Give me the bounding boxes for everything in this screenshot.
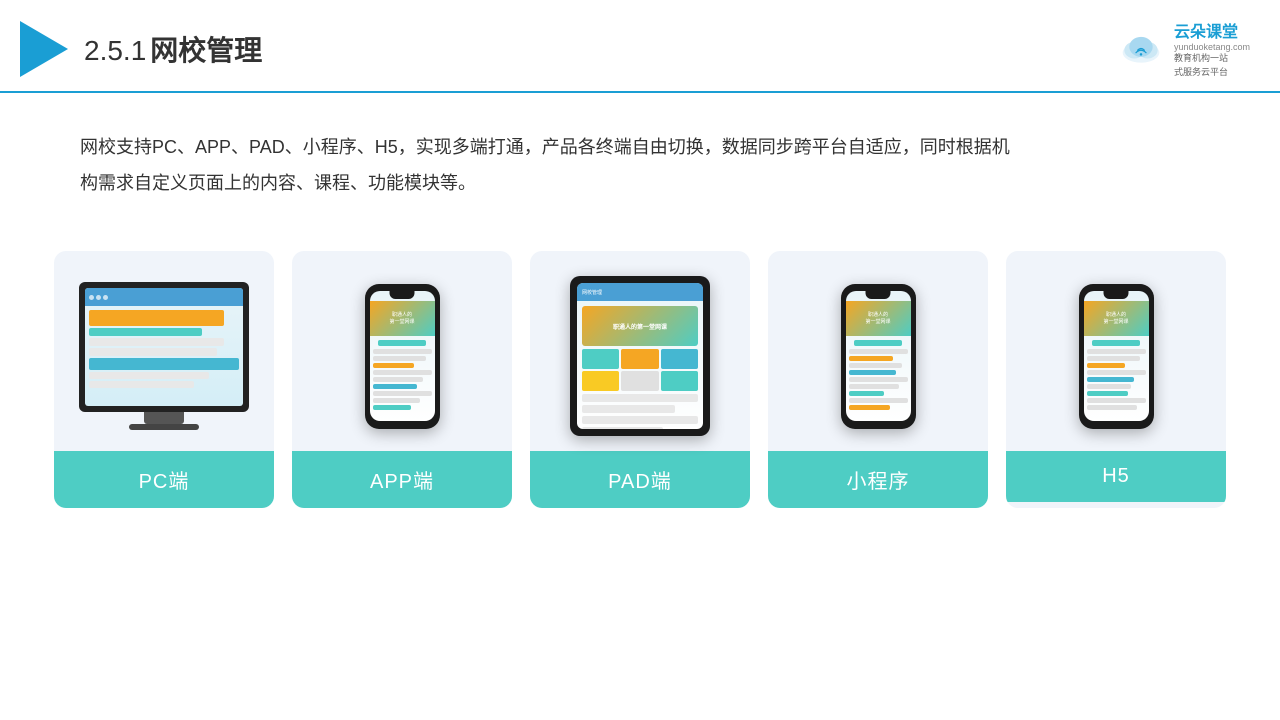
card-miniapp-image: 职通人的第一堂网课: [768, 251, 988, 451]
logo-tagline: 教育机构一站式服务云平台: [1174, 52, 1250, 79]
header-left: 2.5.1网校管理: [20, 21, 262, 77]
card-app-image: 职通人的第一堂网课: [292, 251, 512, 451]
card-pc-label: PC端: [54, 451, 274, 508]
card-app-label: APP端: [292, 451, 512, 508]
card-miniapp: 职通人的第一堂网课: [768, 251, 988, 508]
card-pad-label: PAD端: [530, 451, 750, 508]
cards-container: PC端 职通人的第一堂网课: [0, 231, 1280, 508]
card-h5-image: 职通人的第一堂网课: [1006, 251, 1226, 451]
page-title: 2.5.1网校管理: [84, 29, 262, 69]
card-pad: 网校管理 职通人的第一堂网课: [530, 251, 750, 508]
card-h5: 职通人的第一堂网课: [1006, 251, 1226, 508]
logo-brand: 云朵课堂: [1174, 18, 1250, 42]
description-text: 网校支持PC、APP、PAD、小程序、H5，实现多端打通，产品各终端自由切换，数…: [0, 93, 1100, 221]
card-miniapp-label: 小程序: [768, 451, 988, 508]
card-pc: PC端: [54, 251, 274, 508]
card-pc-image: [54, 251, 274, 451]
play-icon: [20, 21, 68, 77]
section-number: 2.5.1: [84, 35, 146, 66]
card-pad-image: 网校管理 职通人的第一堂网课: [530, 251, 750, 451]
cloud-icon: [1116, 31, 1166, 66]
header: 2.5.1网校管理 云朵课堂 yunduoketang.com 教育机构一站式服…: [0, 0, 1280, 93]
logo-text-area: 云朵课堂 yunduoketang.com 教育机构一站式服务云平台: [1174, 18, 1250, 79]
card-app: 职通人的第一堂网课: [292, 251, 512, 508]
card-h5-label: H5: [1006, 451, 1226, 502]
logo-url: yunduoketang.com: [1174, 42, 1250, 52]
logo-area: 云朵课堂 yunduoketang.com 教育机构一站式服务云平台: [1116, 18, 1250, 79]
